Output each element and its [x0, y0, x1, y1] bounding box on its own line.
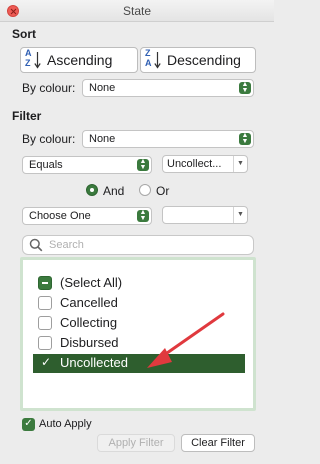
annotation-arrow-icon	[147, 312, 225, 368]
checkbox-checked[interactable]: ✓	[38, 355, 52, 370]
condition2-value-combo[interactable]: ▼	[162, 206, 248, 224]
title-bar: State	[0, 0, 274, 22]
condition1-value-combo[interactable]: Uncollect... ▼	[162, 155, 248, 173]
sort-descending-button[interactable]: ZA Descending	[140, 47, 256, 73]
clear-filter-button[interactable]: Clear Filter	[181, 434, 255, 452]
condition2-operator-value: Choose One	[29, 210, 91, 222]
chevron-down-icon[interactable]: ▼	[233, 156, 247, 172]
sort-ascending-button[interactable]: AZ Ascending	[20, 47, 138, 73]
sort-by-colour-value: None	[89, 82, 116, 94]
list-item-label: (Select All)	[60, 275, 123, 290]
list-item-label: Collecting	[60, 315, 118, 330]
auto-apply-checkbox[interactable]: ✓	[22, 418, 35, 431]
checkbox[interactable]	[38, 336, 52, 350]
list-item-label: Disbursed	[60, 335, 119, 350]
condition1-operator-value: Equals	[29, 159, 63, 171]
search-field[interactable]: Search	[22, 235, 254, 255]
sort-ascending-label: Ascending	[47, 52, 113, 68]
condition1-value: Uncollect...	[167, 158, 222, 170]
list-item-label: Cancelled	[60, 295, 118, 310]
auto-apply-label: Auto Apply	[39, 418, 92, 430]
condition2-operator-select[interactable]: Choose One ▲ ▼	[22, 207, 152, 225]
sort-by-colour-label: By colour:	[22, 81, 76, 95]
updown-chevron-icon: ▲ ▼	[137, 158, 149, 171]
filter-heading: Filter	[12, 109, 42, 123]
search-placeholder: Search	[49, 239, 84, 251]
list-item-label: Uncollected	[60, 355, 128, 370]
chevron-down-icon[interactable]: ▼	[233, 207, 247, 223]
updown-chevron-icon: ▲ ▼	[137, 209, 149, 222]
sort-heading: Sort	[12, 27, 36, 41]
sort-by-colour-select[interactable]: None ▲ ▼	[82, 79, 254, 97]
window-title: State	[122, 4, 152, 18]
or-radio[interactable]	[139, 184, 151, 196]
and-radio[interactable]	[86, 184, 98, 196]
values-list: (Select All) Cancelled Collecting Disbur…	[20, 257, 256, 411]
checkmark-icon: ✓	[41, 355, 52, 369]
filter-by-colour-select[interactable]: None ▲ ▼	[82, 130, 254, 148]
or-label: Or	[156, 184, 170, 198]
filter-by-colour-label: By colour:	[22, 132, 76, 146]
checkbox[interactable]	[38, 296, 52, 310]
condition1-operator-select[interactable]: Equals ▲ ▼	[22, 156, 152, 174]
checkbox[interactable]	[38, 316, 52, 330]
and-label: And	[103, 184, 125, 198]
checkbox-mixed[interactable]	[38, 276, 52, 290]
search-icon	[29, 238, 43, 252]
list-item-select-all[interactable]: (Select All)	[33, 274, 243, 292]
sort-descending-label: Descending	[167, 52, 241, 68]
filter-by-colour-value: None	[89, 133, 116, 145]
updown-chevron-icon: ▲ ▼	[239, 81, 251, 94]
apply-filter-button[interactable]: Apply Filter	[97, 434, 175, 452]
sort-descending-icon: ZA	[145, 48, 163, 72]
updown-chevron-icon: ▲ ▼	[239, 132, 251, 145]
sort-ascending-icon: AZ	[25, 48, 43, 72]
